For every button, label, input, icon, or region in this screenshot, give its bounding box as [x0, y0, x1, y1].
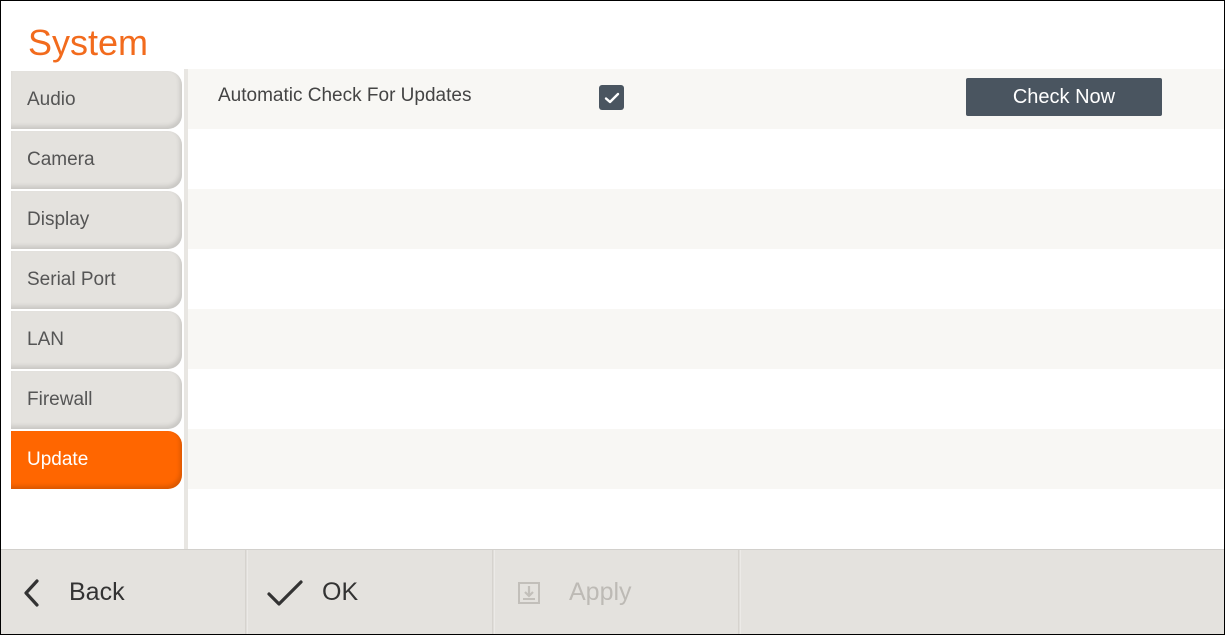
- back-label: Back: [69, 578, 125, 606]
- sidebar-item-display[interactable]: Display: [11, 191, 182, 249]
- empty-row: [188, 429, 1224, 489]
- sidebar: Audio Camera Display Serial Port LAN Fir…: [1, 69, 186, 549]
- sidebar-item-update[interactable]: Update: [11, 431, 182, 489]
- sidebar-item-serial-port[interactable]: Serial Port: [11, 251, 182, 309]
- settings-panel: Automatic Check For Updates Check Now: [188, 69, 1224, 549]
- apply-download-icon: [518, 581, 540, 604]
- check-now-button[interactable]: Check Now: [966, 78, 1162, 116]
- ok-label: OK: [322, 578, 359, 606]
- checkbox-checked-icon: [604, 92, 619, 103]
- empty-row: [188, 489, 1224, 549]
- apply-label: Apply: [569, 578, 632, 606]
- setting-row-auto-check: Automatic Check For Updates Check Now: [188, 69, 1224, 129]
- empty-row: [188, 249, 1224, 309]
- page-title: System: [28, 22, 149, 63]
- sidebar-item-audio[interactable]: Audio: [11, 71, 182, 129]
- ok-button[interactable]: OK: [248, 550, 492, 634]
- empty-row: [188, 189, 1224, 249]
- auto-check-label: Automatic Check For Updates: [218, 85, 472, 106]
- empty-row: [188, 369, 1224, 429]
- empty-row: [188, 129, 1224, 189]
- empty-row: [188, 309, 1224, 369]
- settings-window: System Audio Camera Display Serial Port …: [0, 0, 1225, 635]
- sidebar-item-camera[interactable]: Camera: [11, 131, 182, 189]
- divider: [738, 550, 741, 634]
- checkmark-icon: [267, 579, 303, 606]
- back-button[interactable]: Back: [1, 550, 245, 634]
- auto-check-checkbox[interactable]: [599, 85, 624, 110]
- bottom-action-bar: Back OK Apply: [1, 549, 1224, 634]
- apply-button[interactable]: Apply: [495, 550, 738, 634]
- sidebar-item-lan[interactable]: LAN: [11, 311, 182, 369]
- chevron-left-icon: [24, 578, 39, 607]
- sidebar-item-firewall[interactable]: Firewall: [11, 371, 182, 429]
